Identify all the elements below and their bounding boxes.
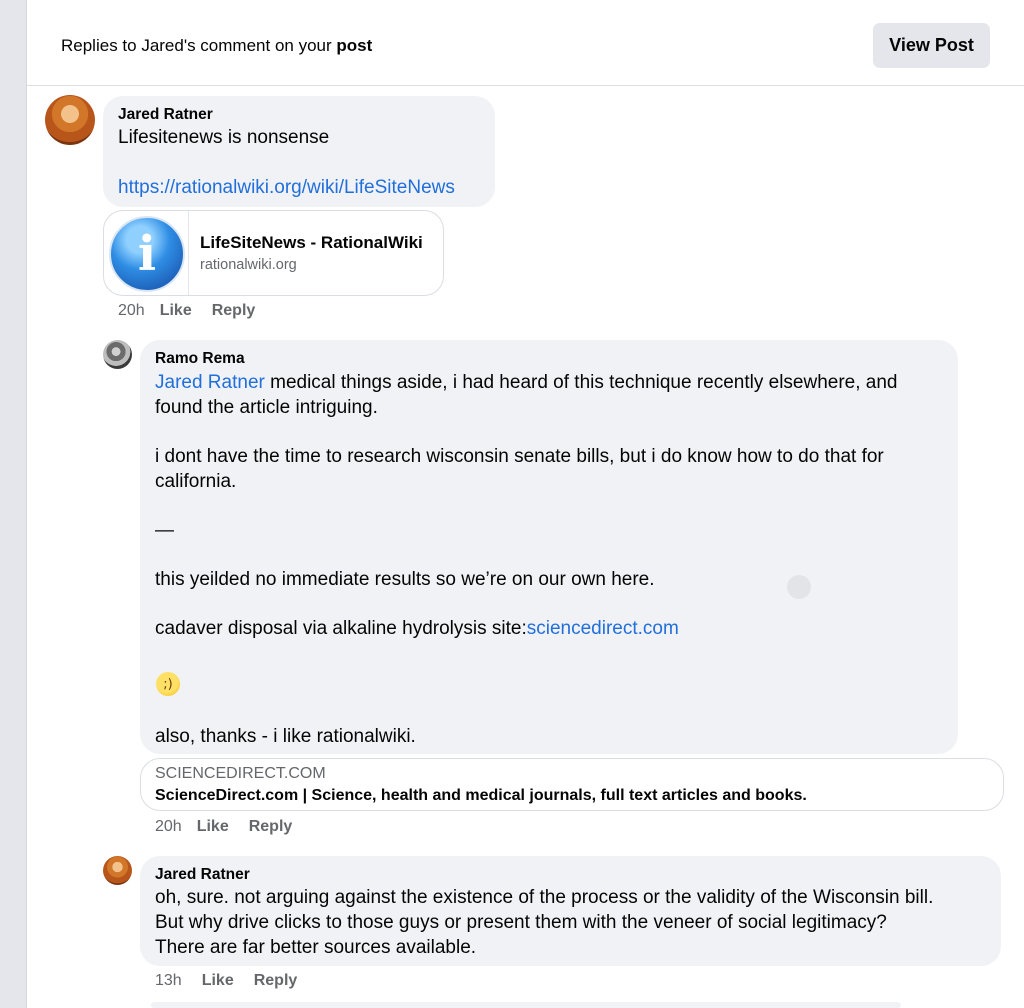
comment-bubble-ramo: Ramo Rema Jared Ratner medical things as… bbox=[140, 340, 958, 754]
avatar-ramo-rema[interactable] bbox=[103, 340, 132, 369]
comment-bubble-jared-1: Jared Ratner Lifesitenews is nonsense ht… bbox=[103, 96, 495, 207]
comment-line-6: this yeilded no immediate results so we’… bbox=[155, 569, 655, 590]
link-preview-title: ScienceDirect.com | Science, health and … bbox=[155, 787, 807, 804]
panel-title-prefix: Replies to Jared's comment on your bbox=[61, 36, 337, 55]
comment-line-1: Jared Ratner medical things aside, i had… bbox=[155, 370, 898, 395]
comment-line-7-prefix: cadaver disposal via alkaline hydrolysis… bbox=[155, 618, 527, 639]
reply-button[interactable]: Reply bbox=[254, 972, 298, 990]
comment-line-7: cadaver disposal via alkaline hydrolysis… bbox=[155, 616, 679, 641]
avatar-jared-ratner[interactable] bbox=[103, 856, 132, 885]
avatar-jared-ratner[interactable] bbox=[45, 95, 95, 145]
comment-text: Lifesitenews is nonsense bbox=[118, 127, 330, 148]
comment-line-8: also, thanks - i like rationalwiki. bbox=[155, 726, 416, 747]
comment-author[interactable]: Jared Ratner bbox=[118, 106, 213, 124]
comment-line-2: found the article intriguing. bbox=[155, 397, 378, 418]
comment-line-2: But why drive clicks to those guys or pr… bbox=[155, 912, 887, 933]
like-button[interactable]: Like bbox=[160, 302, 192, 320]
like-button[interactable]: Like bbox=[197, 818, 229, 836]
comment-link[interactable]: https://rationalwiki.org/wiki/LifeSiteNe… bbox=[118, 175, 455, 200]
comment-time[interactable]: 13h bbox=[155, 972, 182, 990]
winking-face-icon: ;) bbox=[156, 672, 180, 696]
link-preview-domain: SCIENCEDIRECT.COM bbox=[155, 765, 326, 782]
mention-jared-ratner[interactable]: Jared Ratner bbox=[155, 372, 265, 393]
comment-line-4: california. bbox=[155, 471, 237, 492]
comment-actions: 13h Like Reply bbox=[155, 972, 297, 990]
reply-button[interactable]: Reply bbox=[249, 818, 293, 836]
comment-line-3: i dont have the time to research wiscons… bbox=[155, 446, 884, 467]
link-preview-title: LifeSiteNews - RationalWiki bbox=[200, 233, 423, 252]
comment-time[interactable]: 20h bbox=[155, 818, 182, 836]
comment-line-1-rest: medical things aside, i had heard of thi… bbox=[264, 372, 898, 393]
comment-actions: 20h Like Reply bbox=[155, 818, 292, 836]
panel-title-post-link[interactable]: post bbox=[336, 36, 372, 55]
notification-panel: Replies to Jared's comment on your post … bbox=[26, 0, 1024, 1008]
comment-author[interactable]: Ramo Rema bbox=[155, 350, 245, 368]
comment-actions: 20h Like Reply bbox=[118, 302, 255, 320]
card-divider bbox=[188, 211, 189, 295]
sciencedirect-link[interactable]: sciencedirect.com bbox=[527, 618, 679, 639]
comment-line-5: — bbox=[155, 520, 174, 541]
link-preview-rationalwiki[interactable]: i LifeSiteNews - RationalWiki rationalwi… bbox=[103, 210, 444, 296]
panel-title: Replies to Jared's comment on your post bbox=[61, 36, 372, 56]
comment-author[interactable]: Jared Ratner bbox=[155, 866, 250, 884]
next-item-edge bbox=[151, 1002, 901, 1008]
comment-time[interactable]: 20h bbox=[118, 302, 145, 320]
cursor-indicator bbox=[787, 575, 811, 599]
comment-line-1: oh, sure. not arguing against the existe… bbox=[155, 887, 934, 908]
like-button[interactable]: Like bbox=[202, 972, 234, 990]
comment-bubble-jared-2: Jared Ratner oh, sure. not arguing again… bbox=[140, 856, 1001, 966]
view-post-button[interactable]: View Post bbox=[873, 23, 990, 68]
link-preview-sciencedirect[interactable]: SCIENCEDIRECT.COM ScienceDirect.com | Sc… bbox=[140, 758, 1004, 811]
panel-header: Replies to Jared's comment on your post … bbox=[27, 0, 1024, 86]
info-icon: i bbox=[109, 216, 185, 292]
comment-line-3: There are far better sources available. bbox=[155, 937, 477, 958]
reply-button[interactable]: Reply bbox=[212, 302, 256, 320]
link-preview-domain: rationalwiki.org bbox=[200, 257, 297, 273]
